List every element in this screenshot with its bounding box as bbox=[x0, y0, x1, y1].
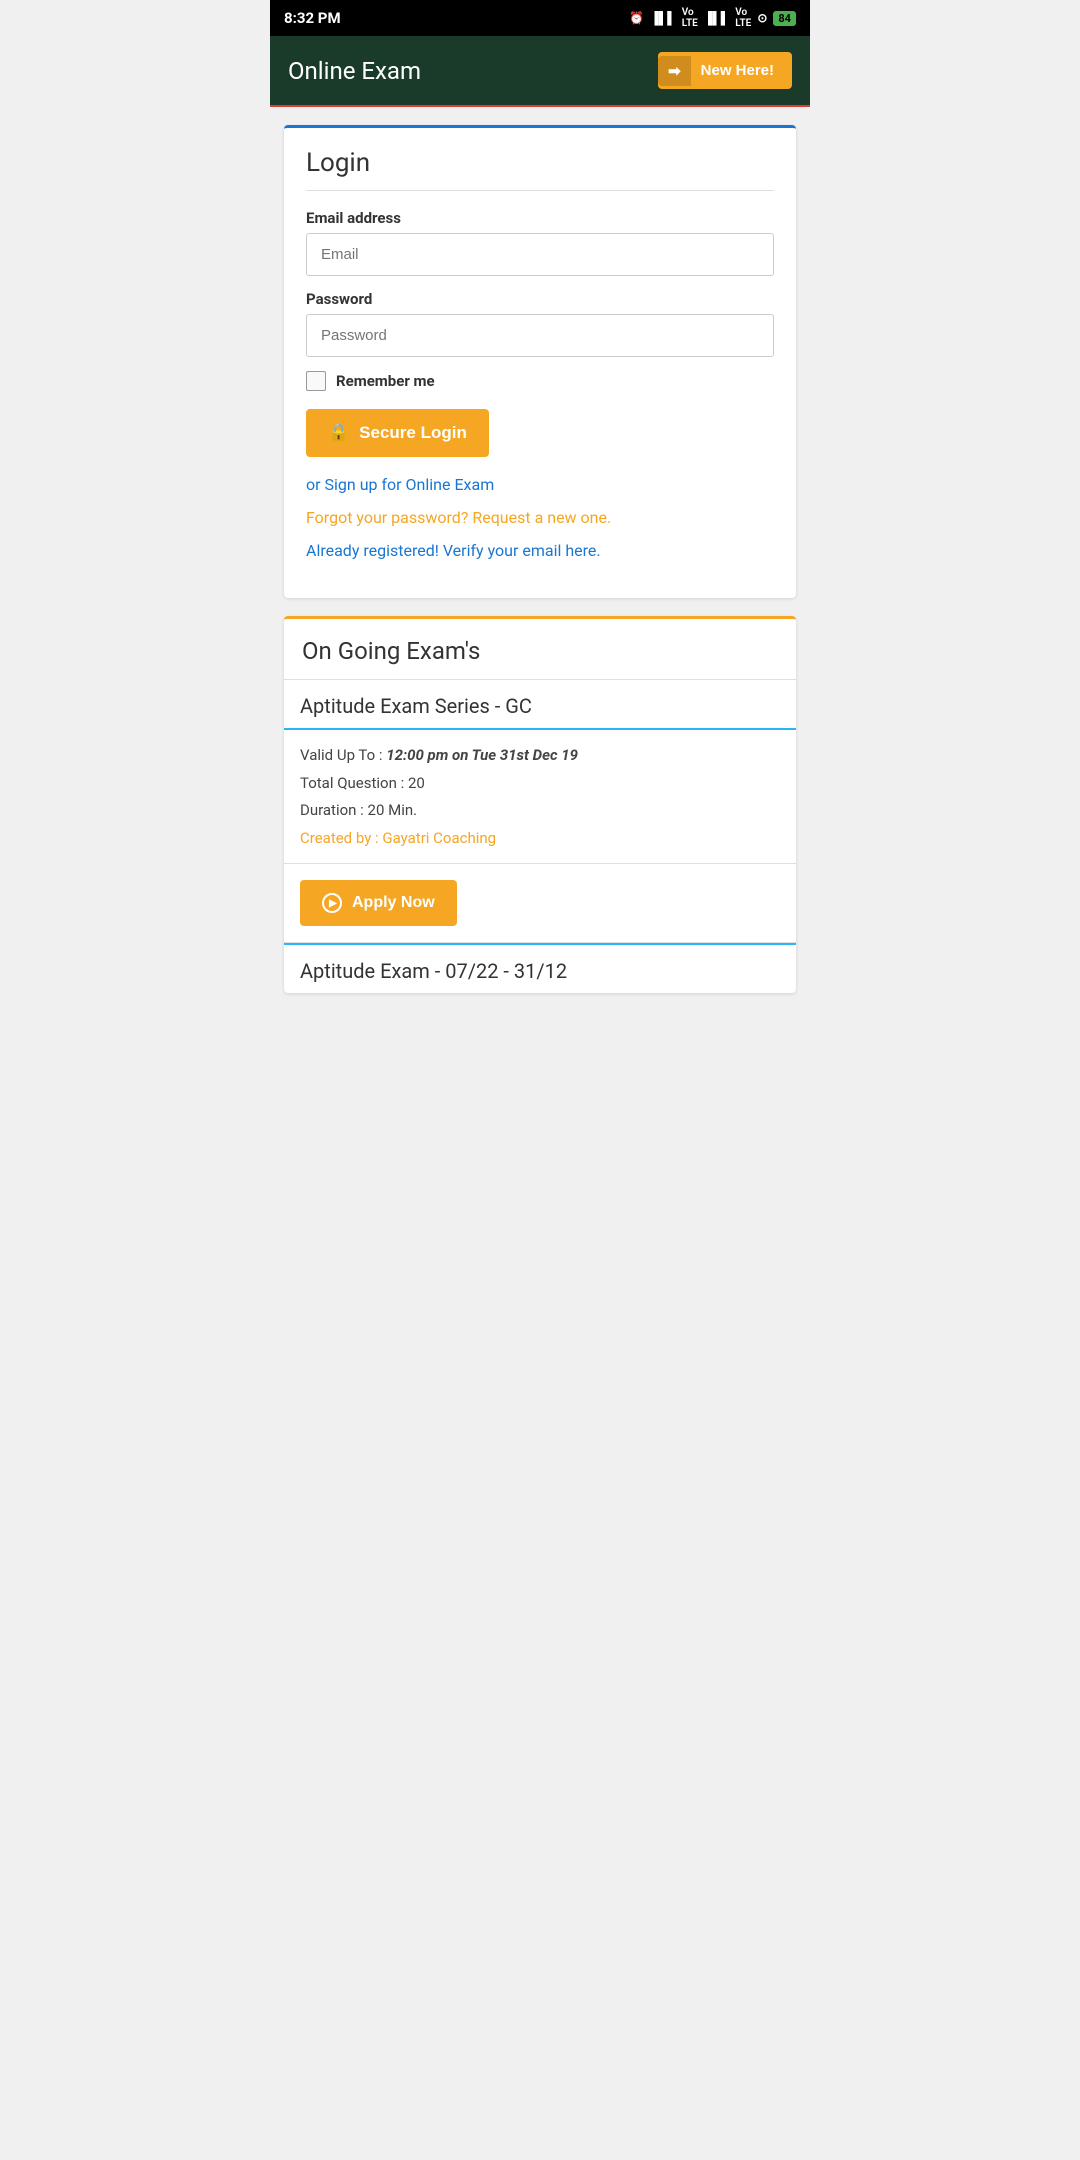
password-label: Password bbox=[306, 290, 774, 308]
exam-1-details: Valid Up To : 12:00 pm on Tue 31st Dec 1… bbox=[284, 730, 796, 864]
ongoing-exams-title: On Going Exam's bbox=[284, 619, 796, 680]
new-here-button[interactable]: ➡ New Here! bbox=[658, 52, 792, 89]
password-input[interactable] bbox=[306, 314, 774, 357]
battery-indicator: 84 bbox=[773, 11, 796, 26]
login-card: Login Email address Password Remember me… bbox=[284, 125, 796, 598]
verify-email-link[interactable]: Already registered! Verify your email he… bbox=[306, 541, 774, 560]
exam-1-action: ▶ Apply Now bbox=[284, 864, 796, 942]
time: 8:32 PM bbox=[284, 9, 341, 27]
app-title: Online Exam bbox=[288, 57, 421, 85]
exam-1-valid-upto: Valid Up To : 12:00 pm on Tue 31st Dec 1… bbox=[300, 744, 780, 767]
exam-card-1: Aptitude Exam Series - GC Valid Up To : … bbox=[284, 680, 796, 943]
volte-icon-2: VoLTE bbox=[735, 7, 751, 29]
apply-now-label: Apply Now bbox=[352, 894, 435, 912]
signal-icon: ▐▌▌ bbox=[650, 11, 676, 25]
wifi-icon: ⊙ bbox=[757, 11, 767, 25]
login-title: Login bbox=[306, 148, 774, 191]
exam-1-created-by: Created by : Gayatri Coaching bbox=[300, 827, 780, 850]
play-circle-icon: ▶ bbox=[322, 893, 342, 913]
email-input[interactable] bbox=[306, 233, 774, 276]
signup-link[interactable]: or Sign up for Online Exam bbox=[306, 475, 774, 494]
forgot-password-link[interactable]: Forgot your password? Request a new one. bbox=[306, 508, 774, 527]
status-icons: ⏰ ▐▌▌ VoLTE ▐▌▌ VoLTE ⊙ 84 bbox=[629, 7, 796, 29]
exam-2-title: Aptitude Exam - 07/22 - 31/12 bbox=[284, 943, 796, 993]
app-header: Online Exam ➡ New Here! bbox=[270, 36, 810, 107]
exam-1-title: Aptitude Exam Series - GC bbox=[284, 680, 796, 730]
email-label: Email address bbox=[306, 209, 774, 227]
secure-login-label: Secure Login bbox=[359, 423, 467, 443]
new-here-label: New Here! bbox=[701, 62, 774, 79]
remember-me-label: Remember me bbox=[336, 372, 435, 390]
exam-1-duration: Duration : 20 Min. bbox=[300, 799, 780, 822]
exam-1-total-questions: Total Question : 20 bbox=[300, 772, 780, 795]
secure-login-button[interactable]: 🔒 Secure Login bbox=[306, 409, 489, 457]
lock-icon: 🔒 bbox=[328, 423, 349, 443]
exam-card-2: Aptitude Exam - 07/22 - 31/12 bbox=[284, 943, 796, 993]
status-bar: 8:32 PM ⏰ ▐▌▌ VoLTE ▐▌▌ VoLTE ⊙ 84 bbox=[270, 0, 810, 36]
apply-now-button[interactable]: ▶ Apply Now bbox=[300, 880, 457, 926]
ongoing-exams-section: On Going Exam's Aptitude Exam Series - G… bbox=[284, 616, 796, 993]
exam-1-valid-upto-value: 12:00 pm on Tue 31st Dec 19 bbox=[386, 746, 578, 764]
alarm-icon: ⏰ bbox=[629, 11, 644, 25]
volte-icon-1: VoLTE bbox=[682, 7, 698, 29]
remember-me-checkbox[interactable] bbox=[306, 371, 326, 391]
login-arrow-icon: ➡ bbox=[658, 56, 691, 86]
remember-me-row: Remember me bbox=[306, 371, 774, 391]
signal-icon-2: ▐▌▌ bbox=[704, 11, 730, 25]
